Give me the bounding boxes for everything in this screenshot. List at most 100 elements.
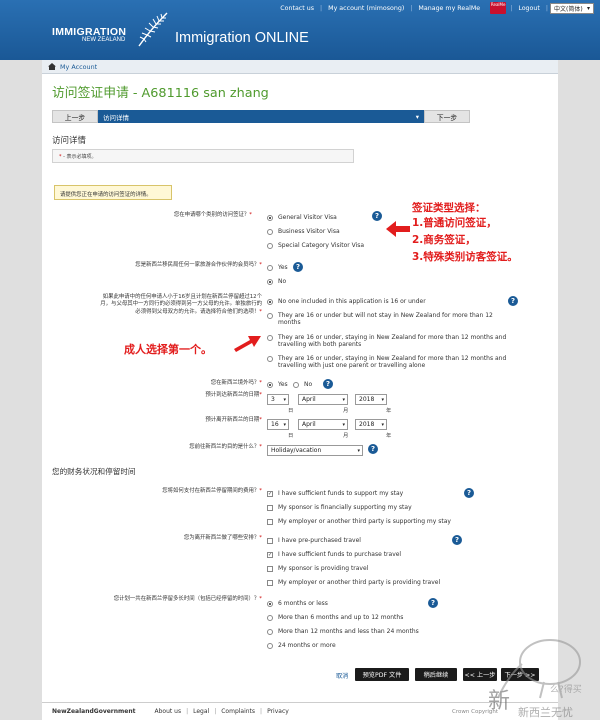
complaints-link[interactable]: Complaints <box>216 708 260 715</box>
minor-option-both-parents[interactable]: They are 16 or under, staying in New Zea… <box>267 334 512 349</box>
arrival-day-select[interactable]: 3 ▾ <box>267 394 289 405</box>
required-note-text: - 表示必填项。 <box>61 154 97 160</box>
help-icon[interactable]: ? <box>372 211 382 221</box>
radio-button[interactable] <box>267 279 273 285</box>
member-option-yes[interactable]: Yes <box>267 264 288 271</box>
funds-question: 您将如何支付在新西兰停留期间的费用？* <box>122 488 262 495</box>
outside-nz-option-no[interactable]: No <box>293 381 312 388</box>
chevron-down-icon: ▾ <box>283 396 286 403</box>
help-icon[interactable]: ? <box>508 296 518 306</box>
my-account-link[interactable]: My account (mimosong) <box>322 5 410 12</box>
duration-option-6[interactable]: 6 months or less <box>267 600 328 607</box>
departure-day-select[interactable]: 16 ▾ <box>267 419 289 430</box>
funds-option-own[interactable]: ✓ I have sufficient funds to support my s… <box>267 490 403 497</box>
silver-fern-icon <box>138 12 168 47</box>
radio-button[interactable] <box>267 382 273 388</box>
contact-link[interactable]: Contact us <box>274 5 320 12</box>
option-label: 24 months or more <box>278 642 336 649</box>
checkbox[interactable] <box>267 505 273 511</box>
step-select[interactable]: 访问详情 ▾ <box>98 110 424 123</box>
radio-button[interactable] <box>267 265 273 271</box>
funds-option-employer[interactable]: My employer or another third party is su… <box>267 518 451 525</box>
help-icon[interactable]: ? <box>368 444 378 454</box>
radio-button[interactable] <box>267 243 273 249</box>
brand-logo[interactable]: IMMIGRATION NEW ZEALAND <box>52 26 126 43</box>
save-later-button[interactable]: 稍后继续 <box>415 668 457 681</box>
step-prev-button[interactable]: 上一步 <box>52 110 98 123</box>
main-panel: 访问签证申请 - A681116 san zhang 上一步 访问详情 ▾ 下一… <box>42 74 558 702</box>
annotation-visa-title: 签证类型选择： <box>412 202 486 214</box>
step-next-button[interactable]: 下一步 <box>424 110 470 123</box>
logout-link[interactable]: Logout <box>512 5 546 12</box>
legal-link[interactable]: Legal <box>188 708 214 715</box>
manage-realme-link[interactable]: Manage my RealMe <box>412 5 486 12</box>
arrow-left-icon <box>386 221 410 237</box>
purpose-select[interactable]: Holiday/vacation ▾ <box>267 445 363 456</box>
home-icon <box>48 63 56 70</box>
watermark-main: 新 <box>488 689 510 714</box>
about-us-link[interactable]: About us <box>150 708 187 715</box>
radio-button[interactable] <box>267 215 273 221</box>
duration-option-24[interactable]: More than 12 months and less than 24 mon… <box>267 628 419 635</box>
radio-button[interactable] <box>267 615 273 621</box>
radio-button[interactable] <box>267 335 273 341</box>
duration-option-12[interactable]: More than 6 months and up to 12 months <box>267 614 403 621</box>
funds-option-sponsor[interactable]: My sponsor is financially supporting my … <box>267 504 412 511</box>
departure-month-select[interactable]: April ▾ <box>298 419 348 430</box>
option-label: No one included in this application is 1… <box>278 298 426 305</box>
required-star: * <box>259 392 262 398</box>
cancel-link[interactable]: 取消 <box>336 671 348 680</box>
onward-option-prepurchased[interactable]: I have pre-purchased travel <box>267 537 361 544</box>
onward-option-sponsor[interactable]: My sponsor is providing travel <box>267 565 368 572</box>
minor-option-none[interactable]: No one included in this application is 1… <box>267 298 507 305</box>
checkbox[interactable]: ✓ <box>267 491 273 497</box>
visa-type-option-business[interactable]: Business Visitor Visa <box>267 228 340 235</box>
annotation-adult: 成人选择第一个。 <box>124 343 212 356</box>
radio-button[interactable] <box>267 356 273 362</box>
visa-type-option-special[interactable]: Special Category Visitor Visa <box>267 242 364 249</box>
realme-logo[interactable]: RealMe <box>490 2 507 14</box>
breadcrumb-my-account[interactable]: My Account <box>60 63 97 71</box>
arrival-month-select[interactable]: April ▾ <box>298 394 348 405</box>
minor-option-short-stay[interactable]: They are 16 or under but will not stay i… <box>267 312 512 327</box>
option-label: My sponsor is financially supporting my … <box>278 504 412 511</box>
preview-pdf-button[interactable]: 预览PDF 文件 <box>355 668 409 681</box>
radio-button[interactable] <box>267 643 273 649</box>
option-label: My employer or another third party is su… <box>278 518 451 525</box>
onward-option-employer[interactable]: My employer or another third party is pr… <box>267 579 440 586</box>
nz-government-logo[interactable]: NewZealandGovernment <box>42 708 150 715</box>
checkbox[interactable] <box>267 519 273 525</box>
option-label: 6 months or less <box>278 600 328 607</box>
onward-option-funds[interactable]: ✓ I have sufficient funds to purchase tra… <box>267 551 401 558</box>
outside-nz-option-yes[interactable]: Yes <box>267 381 288 388</box>
privacy-link[interactable]: Privacy <box>262 708 294 715</box>
minor-option-one-parent[interactable]: They are 16 or under, staying in New Zea… <box>267 355 512 370</box>
member-option-no[interactable]: No <box>267 278 286 285</box>
arrival-year-select[interactable]: 2018 ▾ <box>355 394 387 405</box>
checkbox[interactable] <box>267 580 273 586</box>
option-label: No <box>304 381 313 388</box>
step-navigation: 上一步 访问详情 ▾ 下一步 <box>52 110 470 123</box>
select-value: Holiday/vacation <box>271 447 322 454</box>
help-icon[interactable]: ? <box>323 379 333 389</box>
question-label: 您是新西兰移民局任何一家旅游合作伙伴的会员吗？ <box>135 262 260 268</box>
checkbox[interactable] <box>267 566 273 572</box>
checkbox[interactable]: ✓ <box>267 552 273 558</box>
duration-option-24plus[interactable]: 24 months or more <box>267 642 336 649</box>
departure-year-select[interactable]: 2018 ▾ <box>355 419 387 430</box>
visa-type-option-general[interactable]: General Visitor Visa <box>267 214 337 221</box>
help-icon[interactable]: ? <box>428 598 438 608</box>
radio-button[interactable] <box>267 229 273 235</box>
radio-button[interactable] <box>293 382 299 388</box>
radio-button[interactable] <box>267 313 273 319</box>
radio-button[interactable] <box>267 299 273 305</box>
help-icon[interactable]: ? <box>464 488 474 498</box>
radio-button[interactable] <box>267 601 273 607</box>
checkbox[interactable] <box>267 538 273 544</box>
option-label: They are 16 or under, staying in New Zea… <box>278 355 507 370</box>
help-icon[interactable]: ? <box>293 262 303 272</box>
help-icon[interactable]: ? <box>452 535 462 545</box>
radio-button[interactable] <box>267 629 273 635</box>
question-label: 预计离开新西兰的日期 <box>205 417 260 423</box>
language-select[interactable]: 中文(简体) ▾ <box>550 2 594 14</box>
